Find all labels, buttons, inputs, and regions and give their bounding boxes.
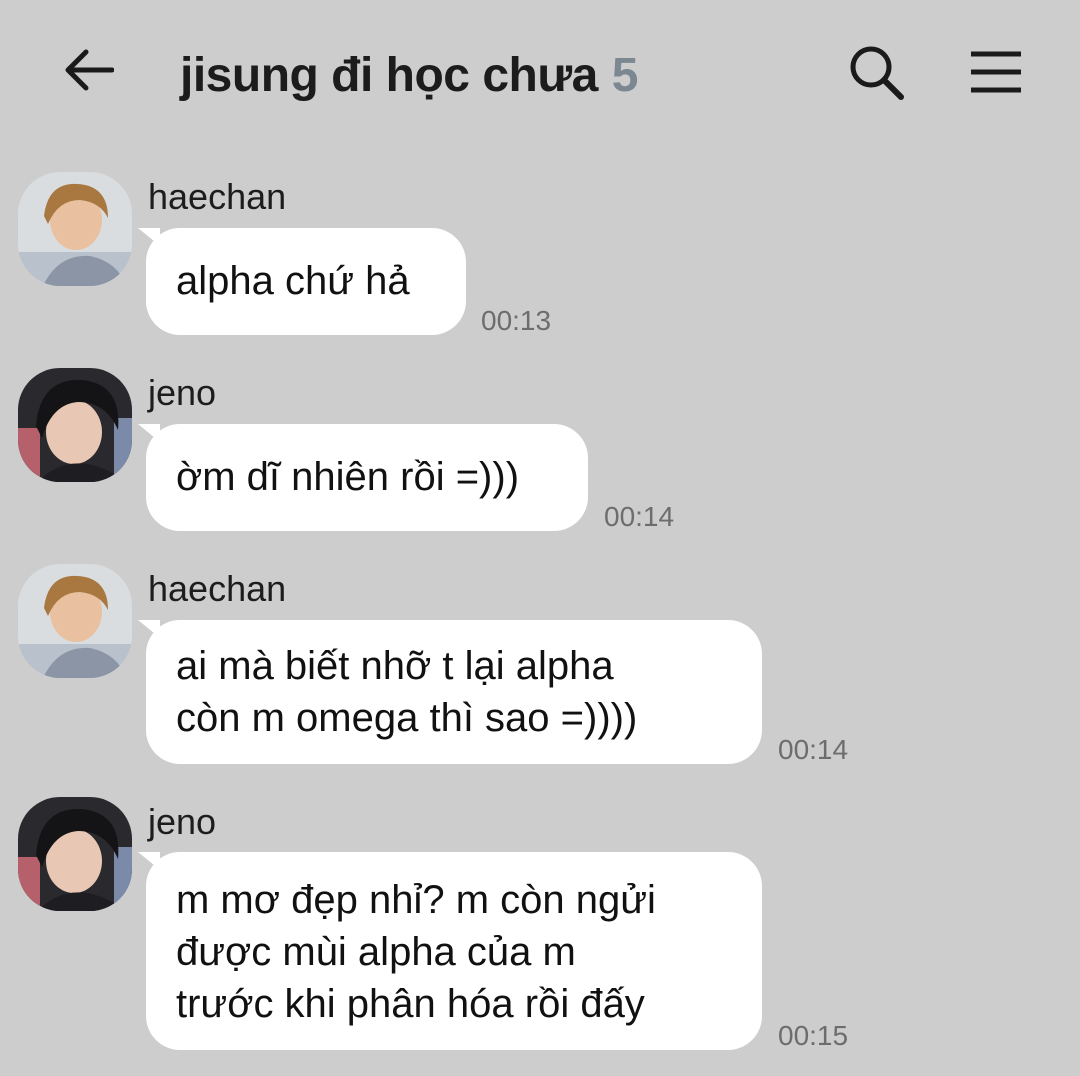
haechan-avatar[interactable] (18, 172, 132, 286)
chat-header: jisung đi học chưa 5 (0, 0, 1080, 140)
member-count: 5 (611, 48, 639, 102)
message-bubble[interactable]: alpha chứ hả (138, 228, 466, 335)
sender-name: jeno (148, 801, 217, 842)
sender-name: haechan (148, 176, 287, 217)
chat-title-group[interactable]: jisung đi học chưa 5 (180, 40, 639, 110)
message-time: 00:14 (604, 501, 675, 532)
message-time: 00:13 (481, 305, 552, 336)
message-time: 00:14 (778, 734, 849, 765)
sender-name: jeno (148, 372, 217, 413)
chat-title: jisung đi học chưa (180, 48, 598, 102)
menu-button[interactable] (964, 40, 1028, 104)
jeno-avatar[interactable] (18, 797, 132, 911)
back-button[interactable] (56, 38, 120, 102)
message-bubble[interactable]: ờm dĩ nhiên rồi =))) (138, 424, 588, 531)
message-time: 00:15 (778, 1020, 849, 1051)
arrow-left-icon (65, 49, 114, 91)
hamburger-menu-icon (971, 51, 1021, 93)
haechan-avatar[interactable] (18, 564, 132, 678)
jeno-avatar[interactable] (18, 368, 132, 482)
message-bubble[interactable]: m mơ đẹp nhỉ? m còn ngửi được mùi alpha … (138, 852, 762, 1050)
message-bubble[interactable]: ai mà biết nhỡ t lại alpha còn m omega t… (138, 620, 762, 764)
search-icon (850, 46, 904, 100)
search-button[interactable] (844, 40, 908, 104)
sender-name: haechan (148, 568, 287, 609)
